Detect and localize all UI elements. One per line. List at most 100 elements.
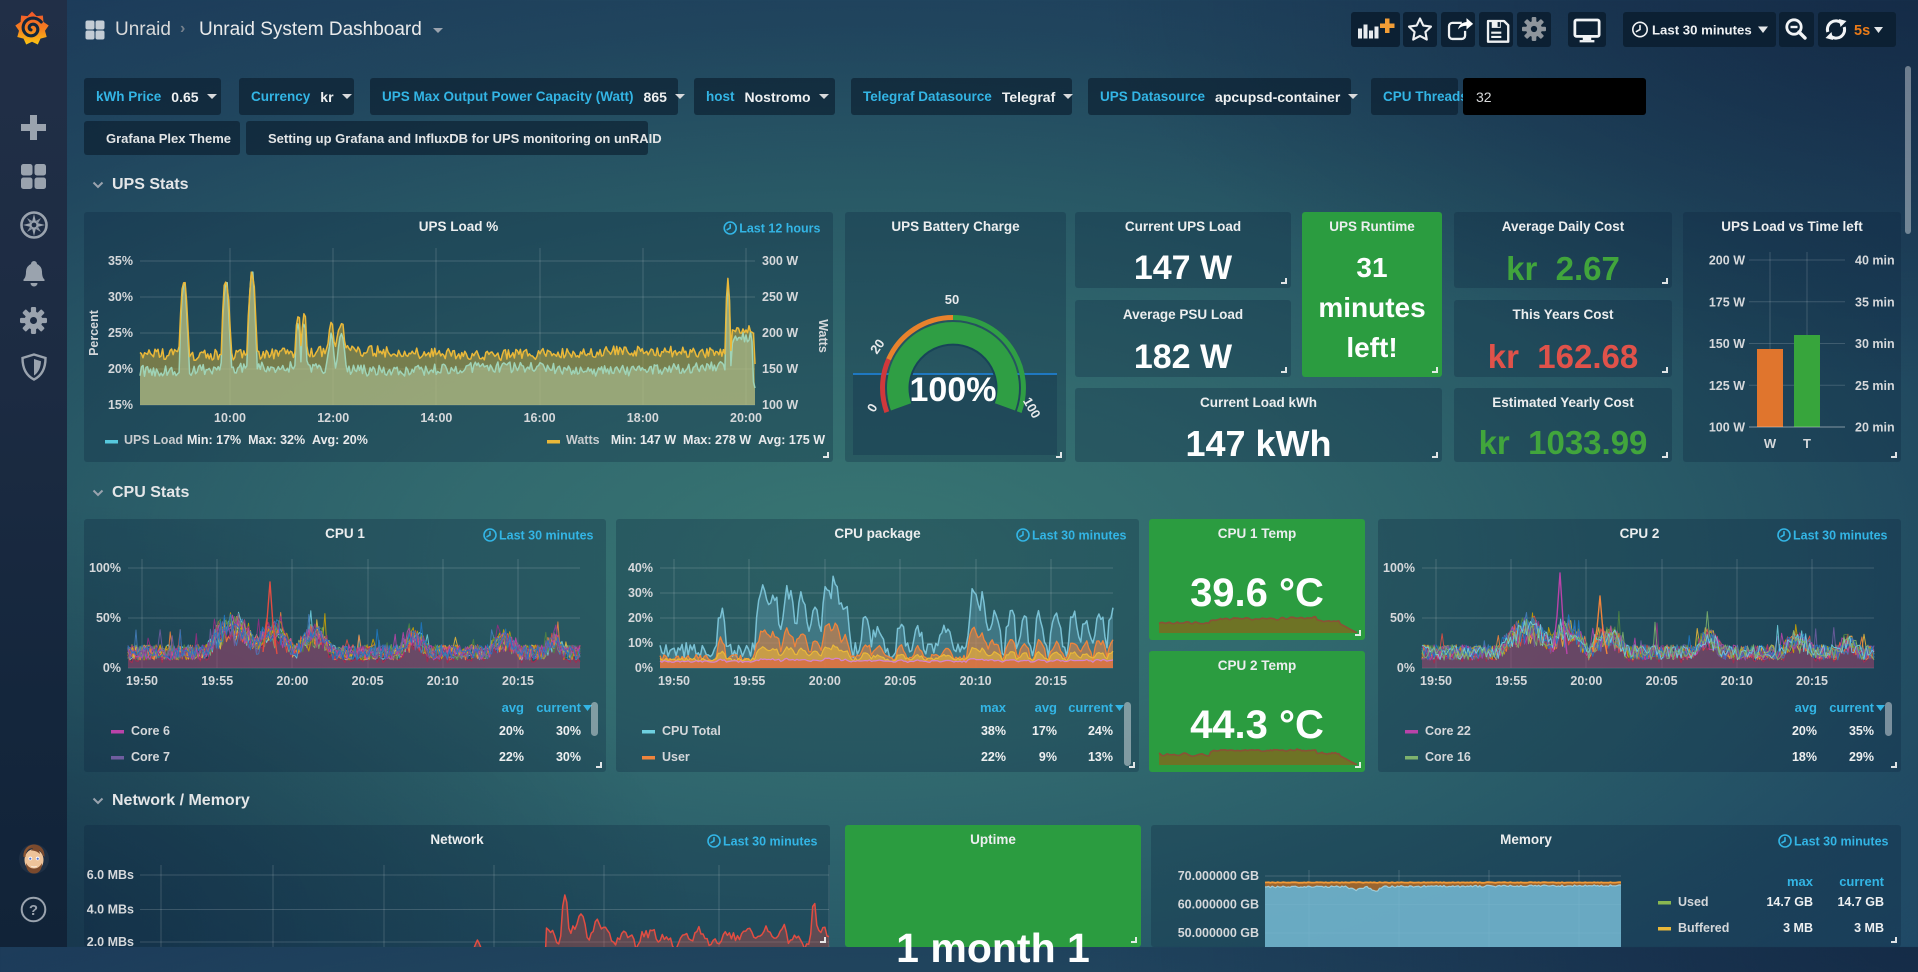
svg-text:20:15: 20:15 — [1796, 674, 1828, 688]
svg-text:35%: 35% — [108, 254, 133, 268]
svg-text:150 W: 150 W — [1709, 337, 1745, 351]
svg-text:Buffered: Buffered — [1678, 921, 1729, 935]
svg-text:CPU Total: CPU Total — [662, 724, 721, 738]
svg-text:Min: 17% Max: 32% Avg: 20%: Min: 17% Max: 32% Avg: 20% — [187, 433, 368, 447]
svg-text:20: 20 — [867, 336, 888, 356]
svg-text:100%: 100% — [89, 561, 121, 575]
svg-text:9%: 9% — [1039, 750, 1057, 764]
svg-text:125 W: 125 W — [1709, 379, 1745, 393]
svg-text:19:55: 19:55 — [201, 674, 233, 688]
svg-text:20%: 20% — [499, 724, 524, 738]
svg-text:50: 50 — [945, 292, 959, 307]
svg-text:18:00: 18:00 — [627, 411, 659, 425]
svg-text:3 MB: 3 MB — [1854, 921, 1884, 935]
svg-text:15%: 15% — [108, 398, 133, 412]
svg-text:Last 30 minutes: Last 30 minutes — [1652, 23, 1752, 38]
svg-text:20:05: 20:05 — [884, 674, 916, 688]
svg-text:19:55: 19:55 — [1495, 674, 1527, 688]
svg-text:14.7 GB: 14.7 GB — [1837, 895, 1884, 909]
svg-text:20%: 20% — [1792, 724, 1817, 738]
svg-text:100%: 100% — [1383, 561, 1415, 575]
svg-text:30%: 30% — [556, 750, 581, 764]
svg-text:current: current — [536, 700, 581, 715]
svg-text:25 min: 25 min — [1855, 379, 1895, 393]
svg-text:5s: 5s — [1854, 23, 1870, 39]
svg-text:Core 7: Core 7 — [131, 750, 170, 764]
svg-text:30 min: 30 min — [1855, 337, 1895, 351]
svg-text:20:00: 20:00 — [1570, 674, 1602, 688]
svg-text:50%: 50% — [96, 611, 121, 625]
svg-text:20:10: 20:10 — [427, 674, 459, 688]
svg-text:40%: 40% — [628, 561, 653, 575]
svg-text:current: current — [1839, 874, 1884, 889]
svg-text:19:50: 19:50 — [1420, 674, 1452, 688]
svg-text:T: T — [1803, 436, 1811, 451]
svg-text:3 MB: 3 MB — [1783, 921, 1813, 935]
svg-text:50.000000 GB: 50.000000 GB — [1178, 926, 1259, 940]
svg-text:20:10: 20:10 — [1721, 674, 1753, 688]
svg-text:100 W: 100 W — [1709, 421, 1745, 435]
svg-text:2.0 MBs: 2.0 MBs — [87, 935, 134, 947]
svg-text:70.000000 GB: 70.000000 GB — [1178, 869, 1259, 883]
svg-text:User: User — [662, 750, 690, 764]
svg-text:20:10: 20:10 — [960, 674, 992, 688]
svg-text:avg: avg — [1795, 700, 1817, 715]
svg-text:4.0 MBs: 4.0 MBs — [87, 903, 134, 917]
svg-text:150 W: 150 W — [762, 362, 798, 376]
svg-text:10:00: 10:00 — [214, 411, 246, 425]
svg-text:6.0 MBs: 6.0 MBs — [87, 868, 134, 882]
svg-text:W: W — [1764, 436, 1777, 451]
svg-text:14:00: 14:00 — [420, 411, 452, 425]
svg-text:Watts: Watts — [816, 319, 830, 353]
svg-text:16:00: 16:00 — [524, 411, 556, 425]
svg-text:Core 6: Core 6 — [131, 724, 170, 738]
svg-text:10%: 10% — [628, 636, 653, 650]
svg-text:max: max — [980, 700, 1007, 715]
svg-text:60.000000 GB: 60.000000 GB — [1178, 898, 1259, 912]
svg-text:50%: 50% — [1390, 611, 1415, 625]
svg-text:20:15: 20:15 — [1035, 674, 1067, 688]
svg-text:0%: 0% — [1397, 661, 1415, 675]
svg-text:?: ? — [29, 902, 38, 919]
svg-text:18%: 18% — [1792, 750, 1817, 764]
svg-text:30%: 30% — [556, 724, 581, 738]
svg-text:Watts: Watts — [566, 433, 600, 447]
svg-text:max: max — [1787, 874, 1814, 889]
svg-text:200 W: 200 W — [762, 326, 798, 340]
svg-text:Core 22: Core 22 — [1425, 724, 1471, 738]
svg-text:Percent: Percent — [87, 309, 101, 356]
svg-text:35 min: 35 min — [1855, 295, 1895, 309]
svg-text:Used: Used — [1678, 895, 1709, 909]
svg-text:35%: 35% — [1849, 724, 1874, 738]
svg-text:29%: 29% — [1849, 750, 1874, 764]
svg-text:22%: 22% — [499, 750, 524, 764]
svg-text:24%: 24% — [1088, 724, 1113, 738]
svg-text:38%: 38% — [981, 724, 1006, 738]
svg-text:13%: 13% — [1088, 750, 1113, 764]
svg-text:0%: 0% — [103, 661, 121, 675]
svg-text:avg: avg — [502, 700, 524, 715]
svg-text:0%: 0% — [635, 661, 653, 675]
svg-text:19:50: 19:50 — [126, 674, 158, 688]
svg-text:20 min: 20 min — [1855, 421, 1895, 435]
svg-text:100 W: 100 W — [762, 398, 798, 412]
svg-text:25%: 25% — [108, 326, 133, 340]
svg-text:200 W: 200 W — [1709, 254, 1745, 268]
svg-text:19:50: 19:50 — [658, 674, 690, 688]
svg-text:current: current — [1829, 700, 1874, 715]
svg-text:Min: 147 W Max: 278 W Avg: 1: Min: 147 W Max: 278 W Avg: 175 W — [611, 433, 825, 447]
svg-text:12:00: 12:00 — [317, 411, 349, 425]
svg-text:20:00: 20:00 — [809, 674, 841, 688]
svg-text:UPS Load: UPS Load — [124, 433, 183, 447]
svg-text:20:15: 20:15 — [502, 674, 534, 688]
svg-text:20:05: 20:05 — [352, 674, 384, 688]
svg-text:20%: 20% — [108, 362, 133, 376]
svg-text:current: current — [1068, 700, 1113, 715]
svg-text:20:00: 20:00 — [730, 411, 762, 425]
svg-text:40 min: 40 min — [1855, 254, 1895, 268]
svg-text:30%: 30% — [108, 290, 133, 304]
svg-text:19:55: 19:55 — [733, 674, 765, 688]
svg-text:30%: 30% — [628, 586, 653, 600]
svg-text:Core 16: Core 16 — [1425, 750, 1471, 764]
svg-text:175 W: 175 W — [1709, 295, 1745, 309]
